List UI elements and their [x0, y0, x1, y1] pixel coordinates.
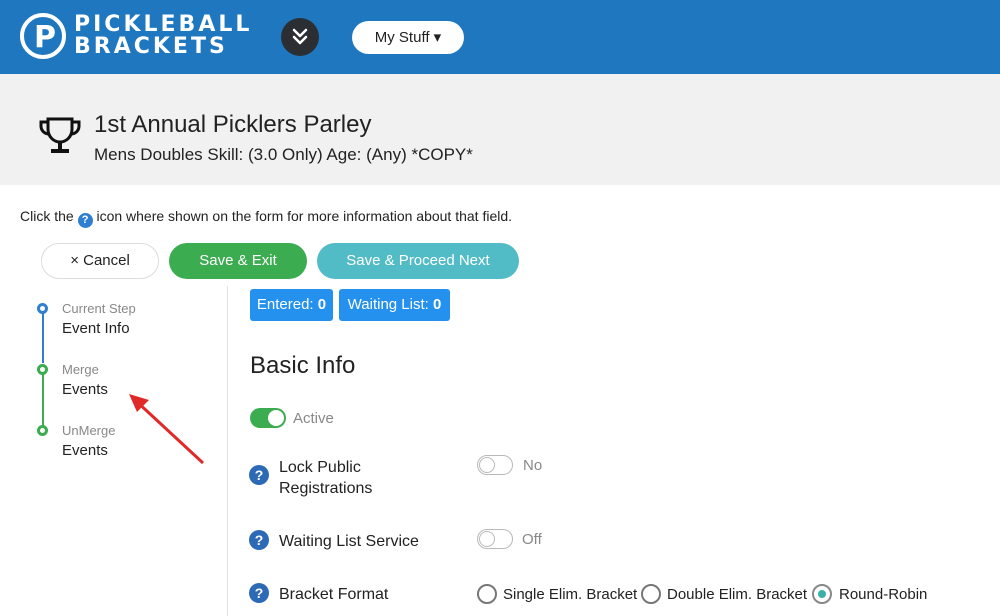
step-dot-icon — [37, 303, 48, 314]
step-connector-line — [42, 308, 44, 363]
waiting-list-label: Waiting List: — [347, 296, 429, 313]
red-arrow-annotation — [129, 394, 205, 465]
question-circle-icon: ? — [77, 213, 93, 228]
logo-mark-letter: P — [34, 20, 56, 55]
step-dot-icon — [37, 364, 48, 375]
entered-count-badge: Entered: 0 — [250, 289, 333, 321]
lock-public-registrations-label: Lock Public Registrations — [279, 457, 372, 499]
lock-label-line-2: Registrations — [279, 480, 373, 497]
waiting-list-value: 0 — [432, 296, 442, 313]
save-proceed-next-button[interactable]: Save & Proceed Next — [317, 243, 519, 279]
help-text-before: Click the — [20, 208, 78, 224]
waiting-list-service-toggle[interactable] — [477, 529, 513, 549]
step-1-caption: Current Step — [62, 301, 136, 316]
entered-label: Entered: — [256, 296, 314, 313]
double-elim-label[interactable]: Double Elim. Bracket — [667, 586, 807, 603]
step-3-caption: UnMerge — [62, 423, 116, 438]
logo-line-1: PICKLEBALL — [74, 12, 253, 37]
step-event-info[interactable]: Event Info — [62, 320, 130, 337]
step-unmerge-events[interactable]: Events — [62, 442, 108, 459]
event-title: 1st Annual Picklers Parley — [94, 111, 372, 138]
question-circle-icon[interactable]: ? — [249, 583, 269, 603]
waiting-list-service-state: Off — [522, 531, 542, 548]
waiting-list-count-badge: Waiting List: 0 — [339, 289, 450, 321]
lock-label-line-1: Lock Public — [279, 459, 361, 476]
radio-double-elim[interactable] — [641, 584, 661, 604]
save-exit-button[interactable]: Save & Exit — [169, 243, 307, 279]
question-circle-icon[interactable]: ? — [249, 465, 269, 485]
question-circle-icon[interactable]: ? — [249, 530, 269, 550]
help-text-after: icon where shown on the form for more in… — [92, 208, 513, 224]
lock-registrations-state: No — [523, 457, 543, 474]
step-dot-icon — [37, 425, 48, 436]
event-subtitle: Mens Doubles Skill: (3.0 Only) Age: (Any… — [94, 145, 473, 164]
my-stuff-dropdown[interactable]: My Stuff ▾ — [352, 21, 464, 54]
waiting-list-service-label: Waiting List Service — [279, 533, 419, 550]
active-label: Active — [293, 410, 334, 427]
round-robin-label[interactable]: Round-Robin — [839, 586, 927, 603]
basic-info-heading: Basic Info — [250, 352, 356, 379]
top-navbar: P PICKLEBALL BRACKETS My Stuff ▾ — [0, 0, 1000, 74]
toggle-knob — [268, 410, 284, 426]
double-chevron-down-icon[interactable] — [281, 18, 319, 56]
step-merge-events[interactable]: Events — [62, 381, 108, 398]
lock-registrations-toggle[interactable] — [477, 455, 513, 475]
event-header: 1st Annual Picklers Parley Mens Doubles … — [0, 74, 1000, 185]
trophy-icon — [39, 117, 81, 153]
toggle-knob — [479, 531, 495, 547]
toggle-knob — [479, 457, 495, 473]
logo-line-2: BRACKETS — [74, 34, 228, 59]
bracket-format-label: Bracket Format — [279, 586, 389, 603]
pickleball-brackets-logo[interactable]: P PICKLEBALL BRACKETS — [20, 13, 250, 61]
menu-toggle-glyph — [292, 28, 308, 45]
help-instructions: Click the ? icon where shown on the form… — [20, 208, 512, 228]
radio-single-elim[interactable] — [477, 584, 497, 604]
single-elim-label[interactable]: Single Elim. Bracket — [503, 586, 637, 603]
step-2-caption: Merge — [62, 362, 99, 377]
logo-text: PICKLEBALL BRACKETS — [74, 14, 252, 58]
active-toggle[interactable] — [250, 408, 286, 428]
radio-round-robin[interactable] — [812, 584, 832, 604]
logo-mark-icon: P — [20, 13, 66, 59]
entered-value: 0 — [317, 296, 327, 313]
step-connector-line — [42, 372, 44, 427]
cancel-button[interactable]: × Cancel — [41, 243, 159, 279]
